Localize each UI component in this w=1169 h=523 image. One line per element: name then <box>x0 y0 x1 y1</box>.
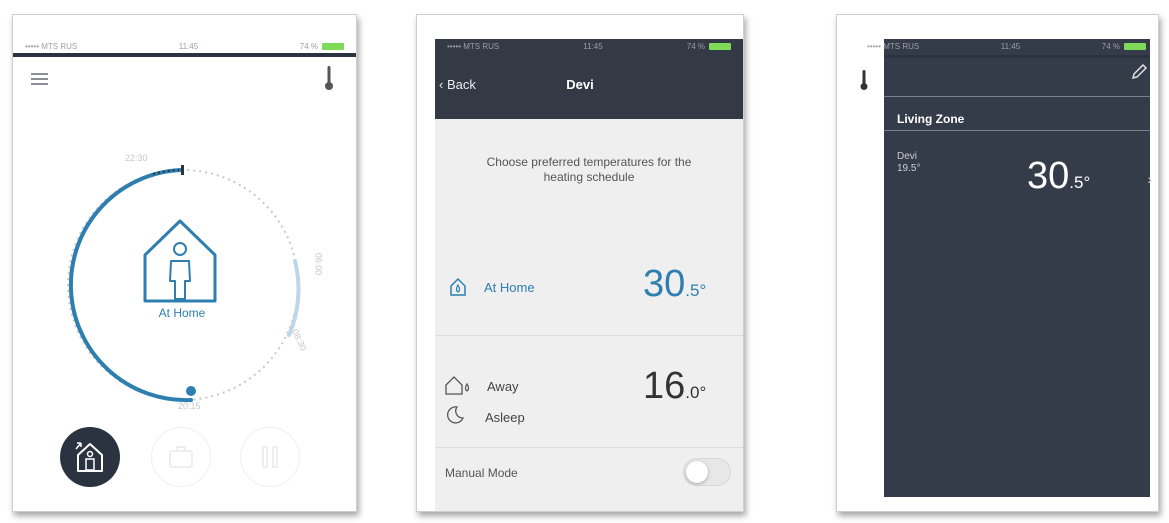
battery-label: 74 % <box>300 42 344 51</box>
zone-title: Living Zone <box>897 112 965 126</box>
home-mode-button[interactable] <box>60 427 120 487</box>
battery-icon <box>322 42 344 50</box>
menu-icon[interactable] <box>31 73 48 86</box>
dial-time-bottom: 20:15 <box>178 401 201 411</box>
manual-mode-toggle[interactable] <box>683 458 731 486</box>
current-mode-label: At Home <box>158 306 206 320</box>
suitcase-icon <box>169 446 193 468</box>
device-current-temp: 19.5° <box>897 163 921 174</box>
time-label: 11:45 <box>1000 41 1021 51</box>
divider <box>884 96 1150 97</box>
pause-mode-button[interactable] <box>240 427 300 487</box>
away-mode-button[interactable] <box>151 427 211 487</box>
battery-icon <box>1124 42 1146 50</box>
divider <box>884 130 1150 131</box>
away-asleep-temperature-picker[interactable]: 16.0° <box>643 367 706 412</box>
battery-label: 74 % <box>687 42 731 51</box>
zones-panel <box>884 39 1150 497</box>
zones-overview-screen: ••••• MTS RUS 11:45 74 % Living Zone Dev… <box>836 14 1159 512</box>
at-home-label: At Home <box>484 280 535 295</box>
dial-end-handle <box>186 386 196 396</box>
time-label: 11:45 <box>178 41 199 51</box>
moon-icon <box>446 406 464 424</box>
chevron-right-icon[interactable]: › <box>1147 171 1152 187</box>
away-label: Away <box>487 379 519 394</box>
home-dial-screen: ••••• MTS RUS 11:45 74 % 22:30 06:00 08:… <box>12 14 357 512</box>
at-home-temperature-picker[interactable]: 30.5° <box>643 265 706 310</box>
edit-pencil-icon[interactable] <box>1130 63 1148 81</box>
carrier-label: ••••• MTS RUS <box>25 41 78 51</box>
home-person-icon <box>75 442 103 472</box>
instruction-text: Choose preferred temperatures for the he… <box>486 155 692 184</box>
status-bar-strip <box>13 53 356 57</box>
side-strip <box>837 39 884 511</box>
dial-time-top: 22:30 <box>125 153 148 163</box>
away-house-icon <box>445 376 470 395</box>
page-title: Devi <box>566 77 594 92</box>
thermometer-icon[interactable] <box>324 65 334 91</box>
device-row[interactable]: Devi 19.5° <box>897 151 920 175</box>
manual-mode-label: Manual Mode <box>445 466 518 480</box>
time-label: 11:45 <box>583 41 603 51</box>
carrier-label: ••••• MTS RUS <box>447 41 500 51</box>
temperature-settings-screen: ••••• MTS RUS 11:45 74 % ‹ Back Devi Cho… <box>416 14 744 512</box>
device-name: Devi <box>897 151 918 162</box>
dial-time-right1: 06:00 <box>313 252 324 276</box>
thermometer-icon[interactable] <box>859 69 869 91</box>
battery-icon <box>709 42 731 50</box>
status-bar: ••••• MTS RUS 11:45 74 % <box>13 39 356 53</box>
header-strip <box>884 55 1150 58</box>
battery-label: 74 % <box>1102 42 1146 51</box>
home-icon <box>143 219 217 303</box>
divider <box>435 335 743 336</box>
device-set-temperature: 30.5° <box>1027 155 1091 197</box>
pause-icon <box>262 446 278 468</box>
divider <box>435 447 743 448</box>
home-flame-icon <box>450 277 466 296</box>
carrier-label: ••••• MTS RUS <box>867 41 920 51</box>
status-bar: ••••• MTS RUS 11:45 74 % <box>855 39 1158 53</box>
status-bar: ••••• MTS RUS 11:45 74 % <box>435 39 743 53</box>
asleep-label: Asleep <box>485 410 525 425</box>
dial-start-handle <box>181 165 184 175</box>
